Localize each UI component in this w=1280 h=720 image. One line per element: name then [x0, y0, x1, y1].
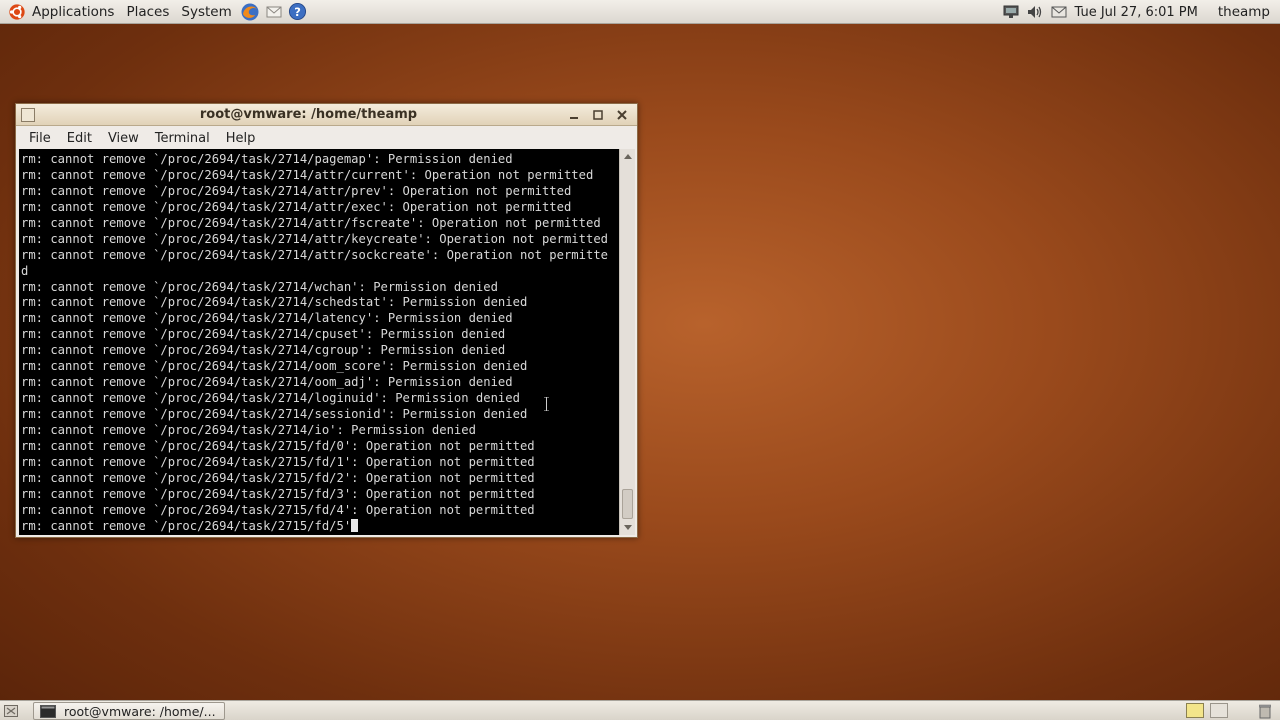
terminal-line: rm: cannot remove `/proc/2694/task/2714/…	[21, 152, 513, 166]
menu-applications[interactable]: Applications	[26, 0, 120, 24]
terminal-line: rm: cannot remove `/proc/2694/task/2714/…	[21, 183, 572, 198]
taskbar-terminal-label: root@vmware: /home/...	[64, 703, 216, 719]
menu-file[interactable]: File	[21, 131, 59, 146]
terminal-line: rm: cannot remove `/proc/2694/task/2714/…	[21, 311, 513, 326]
show-desktop-icon[interactable]	[2, 703, 20, 719]
firefox-icon[interactable]	[239, 1, 261, 23]
terminal-line: rm: cannot remove `/proc/2694/task/2715/…	[21, 470, 535, 485]
terminal-line: rm: cannot remove `/proc/2694/task/2714/…	[21, 247, 608, 262]
terminal-output[interactable]: rm: cannot remove `/proc/2694/task/2714/…	[19, 149, 619, 535]
clock[interactable]: Tue Jul 27, 6:01 PM	[1071, 5, 1208, 20]
terminal-line: rm: cannot remove `/proc/2694/task/2714/…	[21, 295, 528, 310]
workspace-1[interactable]	[1186, 703, 1204, 718]
terminal-line: rm: cannot remove `/proc/2694/task/2714/…	[21, 391, 520, 406]
bottom-panel: root@vmware: /home/...	[0, 700, 1280, 720]
network-icon[interactable]	[1001, 2, 1021, 22]
terminal-icon	[40, 704, 56, 718]
text-cursor	[351, 518, 359, 532]
terminal-line: rm: cannot remove `/proc/2694/task/2715/…	[21, 438, 535, 453]
svg-text:?: ?	[294, 5, 301, 19]
ubuntu-logo-icon[interactable]	[8, 3, 26, 21]
user-menu[interactable]: theamp	[1208, 4, 1280, 20]
terminal-line: rm: cannot remove `/proc/2694/task/2715/…	[21, 486, 535, 501]
close-button[interactable]	[613, 107, 631, 123]
terminal-line: rm: cannot remove `/proc/2694/task/2714/…	[21, 359, 528, 374]
window-titlebar[interactable]: root@vmware: /home/theamp	[16, 104, 637, 126]
panel-tray: Tue Jul 27, 6:01 PM theamp	[999, 0, 1280, 24]
menu-view[interactable]: View	[100, 131, 147, 146]
scrollbar-thumb[interactable]	[622, 489, 633, 519]
terminal-line: rm: cannot remove `/proc/2694/task/2714/…	[21, 167, 594, 182]
terminal-line: rm: cannot remove `/proc/2694/task/2714/…	[21, 199, 572, 214]
terminal-line: rm: cannot remove `/proc/2694/task/2714/…	[21, 279, 498, 294]
terminal-window: root@vmware: /home/theamp File Edit View…	[15, 103, 638, 538]
terminal-line: rm: cannot remove `/proc/2694/task/2714/…	[21, 215, 601, 230]
menu-places[interactable]: Places	[120, 0, 175, 24]
terminal-menubar: File Edit View Terminal Help	[16, 127, 637, 149]
minimize-button[interactable]	[565, 107, 583, 123]
help-icon[interactable]: ?	[287, 1, 309, 23]
terminal-line: rm: cannot remove `/proc/2694/task/2714/…	[21, 407, 528, 421]
ibeam-cursor-icon	[544, 397, 549, 411]
menu-system[interactable]: System	[175, 0, 237, 24]
terminal-line: d	[21, 263, 29, 278]
menu-edit[interactable]: Edit	[59, 131, 100, 146]
trash-icon[interactable]	[1258, 703, 1272, 719]
workspace-2[interactable]	[1210, 703, 1228, 718]
window-title: root@vmware: /home/theamp	[199, 107, 418, 122]
terminal-line: rm: cannot remove `/proc/2694/task/2714/…	[21, 422, 476, 437]
terminal-line: rm: cannot remove `/proc/2694/task/2714/…	[21, 231, 608, 246]
scroll-up-arrow-icon[interactable]	[620, 149, 635, 163]
top-panel: Applications Places System ? Tue Jul 27,…	[0, 0, 1280, 24]
scroll-down-arrow-icon[interactable]	[620, 521, 635, 535]
maximize-button[interactable]	[589, 107, 607, 123]
terminal-line: rm: cannot remove `/proc/2694/task/2714/…	[21, 343, 506, 358]
terminal-line: rm: cannot remove `/proc/2694/task/2715/…	[21, 454, 535, 469]
menu-terminal[interactable]: Terminal	[147, 131, 218, 146]
terminal-scrollbar[interactable]	[619, 149, 635, 535]
volume-icon[interactable]	[1025, 2, 1045, 22]
terminal-line: rm: cannot remove `/proc/2694/task/2714/…	[21, 327, 506, 342]
terminal-last-line: rm: cannot remove `/proc/2694/task/2715/…	[21, 518, 352, 533]
terminal-line: rm: cannot remove `/proc/2694/task/2714/…	[21, 375, 513, 390]
mail-indicator-icon[interactable]	[1049, 2, 1069, 22]
menu-help[interactable]: Help	[218, 131, 264, 146]
taskbar-terminal-button[interactable]: root@vmware: /home/...	[33, 702, 225, 720]
terminal-line: rm: cannot remove `/proc/2694/task/2715/…	[21, 502, 535, 517]
terminal-prompt-line: rm: cannot remove `/proc/2694/task/2715/…	[21, 518, 619, 535]
mail-icon[interactable]	[263, 1, 285, 23]
